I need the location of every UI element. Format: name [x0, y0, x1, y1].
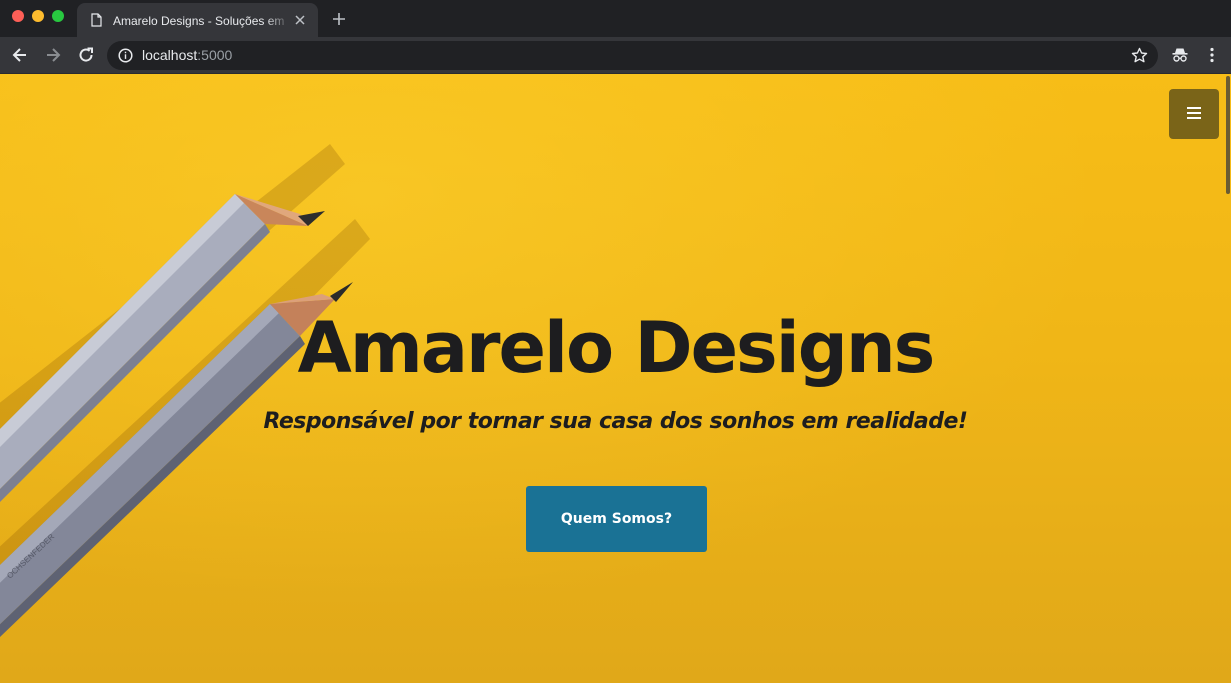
- hamburger-icon: [1187, 107, 1201, 119]
- browser-tab-strip: Amarelo Designs - Soluções em: [0, 0, 1231, 37]
- maximize-window-button[interactable]: [52, 10, 64, 22]
- info-icon[interactable]: [118, 48, 133, 63]
- close-tab-icon[interactable]: [293, 13, 307, 27]
- browser-tab-active[interactable]: Amarelo Designs - Soluções em: [77, 3, 318, 37]
- incognito-icon[interactable]: [1171, 46, 1189, 64]
- url-port: :5000: [197, 47, 233, 63]
- about-us-button[interactable]: Quem Somos?: [526, 486, 707, 552]
- more-vert-icon[interactable]: [1203, 46, 1221, 64]
- hero-subtitle: Responsável por tornar sua casa dos sonh…: [263, 409, 968, 434]
- page-viewport: OCHSENFEDER Amarelo Designs Responsável …: [0, 74, 1231, 683]
- url-text: localhost:5000: [142, 47, 232, 64]
- new-tab-icon[interactable]: [331, 11, 347, 27]
- back-arrow-icon[interactable]: [11, 46, 29, 64]
- tab-title-fade: [265, 9, 291, 31]
- document-icon: [91, 13, 102, 27]
- star-icon[interactable]: [1131, 47, 1148, 64]
- url-host: localhost: [142, 47, 198, 63]
- reload-icon[interactable]: [77, 46, 95, 64]
- forward-arrow-icon[interactable]: [44, 46, 62, 64]
- hero-title: Amarelo Designs: [297, 307, 936, 389]
- address-bar[interactable]: localhost:5000: [107, 41, 1158, 70]
- close-window-button[interactable]: [12, 10, 24, 22]
- scrollbar[interactable]: [1226, 76, 1230, 194]
- minimize-window-button[interactable]: [32, 10, 44, 22]
- browser-toolbar: localhost:5000: [0, 37, 1231, 74]
- menu-toggle-button[interactable]: [1169, 89, 1219, 139]
